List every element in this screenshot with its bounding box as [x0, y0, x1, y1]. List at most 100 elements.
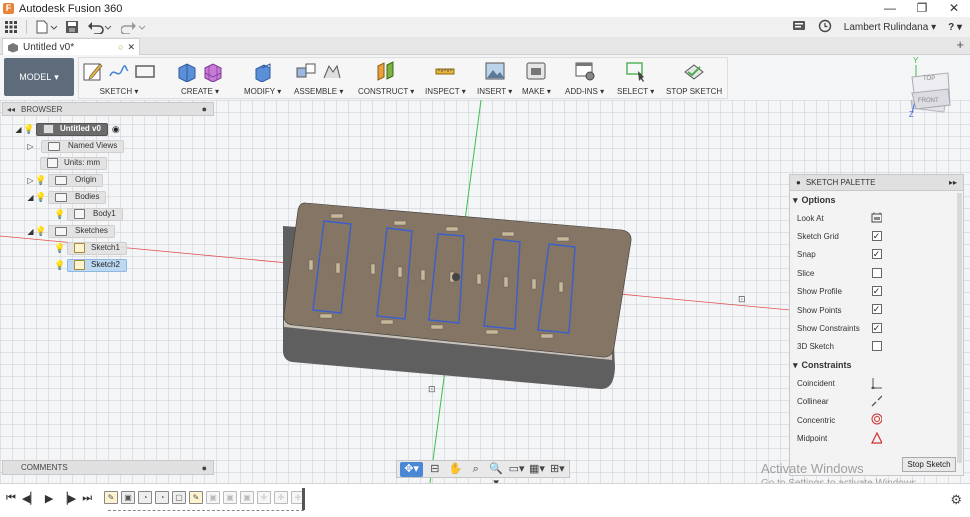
- tree-row-named-views[interactable]: ▷ Named Views: [26, 139, 125, 153]
- zoom-window-icon[interactable]: ⌕: [467, 462, 484, 477]
- visibility-bulb-icon[interactable]: 💡: [23, 124, 34, 134]
- user-account-menu[interactable]: Lambert Rulindana ▾: [844, 22, 936, 33]
- tree-row-units[interactable]: Units: mm: [40, 156, 107, 170]
- minimize-button[interactable]: —: [874, 0, 906, 17]
- spline-icon[interactable]: [108, 60, 130, 82]
- toolbar-group-stop-sketch[interactable]: STOP SKETCH: [666, 58, 722, 98]
- midpoint-icon[interactable]: [871, 431, 882, 444]
- expander-open-icon[interactable]: ◢: [26, 193, 35, 202]
- constraint-midpoint[interactable]: Midpoint: [790, 429, 963, 447]
- tree-item-sketch1[interactable]: Sketch1: [67, 241, 127, 255]
- insert-image-icon[interactable]: [484, 60, 506, 82]
- show-profile-checkbox[interactable]: ✓: [871, 286, 882, 297]
- tree-row-body1[interactable]: 💡 Body1: [54, 207, 123, 221]
- sketch-grid-checkbox[interactable]: ✓: [871, 230, 882, 241]
- toolbar-group-modify[interactable]: MODIFY ▾: [244, 58, 281, 98]
- visibility-bulb-icon[interactable]: 💡: [54, 260, 65, 270]
- joint-icon[interactable]: [321, 60, 343, 82]
- options-section-header[interactable]: ▾ Options: [790, 191, 963, 209]
- form-icon[interactable]: [202, 60, 224, 82]
- step-forward-icon[interactable]: ▕▶: [59, 492, 76, 505]
- tree-item-origin[interactable]: Origin: [48, 173, 104, 187]
- new-component-icon[interactable]: [295, 60, 317, 82]
- go-to-start-icon[interactable]: ⏮: [6, 492, 16, 505]
- visibility-bulb-icon[interactable]: 💡: [54, 209, 65, 219]
- maximize-button[interactable]: ❐: [906, 0, 938, 17]
- timeline-fillet-icon[interactable]: ◔: [138, 491, 152, 504]
- rectangle-icon[interactable]: [134, 60, 156, 82]
- toolbar-group-create[interactable]: CREATE ▾: [176, 58, 224, 98]
- viewports-icon[interactable]: ⊞▾: [549, 462, 566, 477]
- timeline-move-icon[interactable]: ✛: [274, 491, 288, 504]
- display-settings-icon[interactable]: ▭▾: [508, 462, 525, 477]
- look-at-icon[interactable]: [871, 212, 882, 223]
- new-tab-button[interactable]: +: [956, 37, 964, 52]
- toolbar-group-addins[interactable]: ADD-INS ▾: [565, 58, 604, 98]
- tree-item-sketch2[interactable]: Sketch2: [67, 258, 127, 272]
- timeline-move-icon[interactable]: ✛: [257, 491, 271, 504]
- sketch-palette-header[interactable]: ● SKETCH PALETTE ▸▸: [790, 175, 963, 191]
- coincident-icon[interactable]: [871, 377, 882, 389]
- create-sketch-icon[interactable]: [82, 60, 104, 82]
- constraint-concentric[interactable]: Concentric: [790, 411, 963, 429]
- timeline-fillet-icon[interactable]: ◔: [155, 491, 169, 504]
- tree-row-origin[interactable]: ▷ 💡 Origin: [26, 173, 104, 187]
- select-icon[interactable]: [625, 60, 647, 82]
- fit-zoom-icon[interactable]: 🔍▾: [487, 462, 504, 489]
- collinear-icon[interactable]: [871, 395, 882, 407]
- collapse-arrows-icon[interactable]: ◂◂: [7, 105, 15, 114]
- step-back-icon[interactable]: ◀▏: [22, 492, 39, 505]
- snap-checkbox[interactable]: ✓: [871, 249, 882, 260]
- palette-collapse-icon[interactable]: ▸▸: [949, 178, 957, 187]
- timeline-extrude-icon[interactable]: ▣: [240, 491, 254, 504]
- palette-scrollbar[interactable]: [957, 193, 962, 463]
- timeline-marker-handle[interactable]: [302, 488, 305, 510]
- tree-row-root[interactable]: ◢ 💡 Untitled v0 ◉: [14, 122, 120, 136]
- tab-close-icon[interactable]: ✕: [127, 42, 135, 53]
- tree-item-named-views[interactable]: Named Views: [41, 139, 125, 153]
- offset-plane-icon[interactable]: [375, 60, 397, 82]
- constraints-section-header[interactable]: ▾ Constraints: [790, 356, 963, 374]
- 3d-print-icon[interactable]: [525, 60, 547, 82]
- tree-item-units[interactable]: Units: mm: [40, 156, 107, 170]
- visibility-bulb-icon[interactable]: 💡: [35, 175, 46, 185]
- 3d-sketch-checkbox[interactable]: [871, 341, 882, 352]
- look-at-nav-icon[interactable]: ⊟: [426, 462, 443, 477]
- tree-item-root[interactable]: Untitled v0: [36, 122, 108, 136]
- toolbar-group-assemble[interactable]: ASSEMBLE ▾: [294, 58, 343, 98]
- tree-item-bodies[interactable]: Bodies: [48, 190, 107, 204]
- document-tab[interactable]: Untitled v0* ○ ✕: [2, 38, 140, 55]
- expander-open-icon[interactable]: ◢: [26, 227, 35, 236]
- workspace-switcher[interactable]: MODEL ▾: [4, 58, 74, 96]
- toolbar-group-make[interactable]: MAKE ▾: [522, 58, 551, 98]
- undo-icon[interactable]: [83, 18, 117, 36]
- tree-row-sketches[interactable]: ◢ 💡 Sketches: [26, 224, 115, 238]
- expander-closed-icon[interactable]: ▷: [26, 142, 35, 151]
- comments-panel[interactable]: COMMENTS ●: [2, 460, 214, 475]
- palette-pin-icon[interactable]: ●: [796, 178, 801, 187]
- redo-icon[interactable]: [117, 18, 151, 36]
- tree-row-sketch2[interactable]: 💡 Sketch2: [54, 258, 127, 272]
- stop-sketch-icon[interactable]: [683, 60, 705, 82]
- toolbar-group-insert[interactable]: INSERT ▾: [477, 58, 512, 98]
- scripts-addins-icon[interactable]: [574, 60, 596, 82]
- toolbar-group-sketch[interactable]: SKETCH ▾: [82, 58, 156, 98]
- toolbar-group-select[interactable]: SELECT ▾: [617, 58, 654, 98]
- activate-radio-icon[interactable]: ◉: [112, 124, 120, 135]
- timeline-shell-icon[interactable]: ▢: [172, 491, 186, 504]
- orbit-icon[interactable]: ✥▾: [400, 461, 424, 477]
- visibility-bulb-icon[interactable]: 💡: [35, 226, 46, 236]
- tree-row-bodies[interactable]: ◢ 💡 Bodies: [26, 190, 107, 204]
- show-constraints-checkbox[interactable]: ✓: [871, 322, 882, 333]
- show-points-checkbox[interactable]: ✓: [871, 304, 882, 315]
- timeline-settings-gear-icon[interactable]: ⚙: [950, 492, 962, 508]
- press-pull-icon[interactable]: [252, 60, 274, 82]
- file-menu-icon[interactable]: [31, 18, 61, 36]
- job-status-icon[interactable]: [792, 20, 806, 35]
- timeline-sketch-icon[interactable]: ✎: [104, 491, 118, 504]
- browser-pin-icon[interactable]: ●: [202, 104, 207, 114]
- close-button[interactable]: ✕: [938, 0, 970, 17]
- expander-open-icon[interactable]: ◢: [14, 125, 23, 134]
- comments-pin-icon[interactable]: ●: [202, 463, 207, 473]
- expander-closed-icon[interactable]: ▷: [26, 176, 35, 185]
